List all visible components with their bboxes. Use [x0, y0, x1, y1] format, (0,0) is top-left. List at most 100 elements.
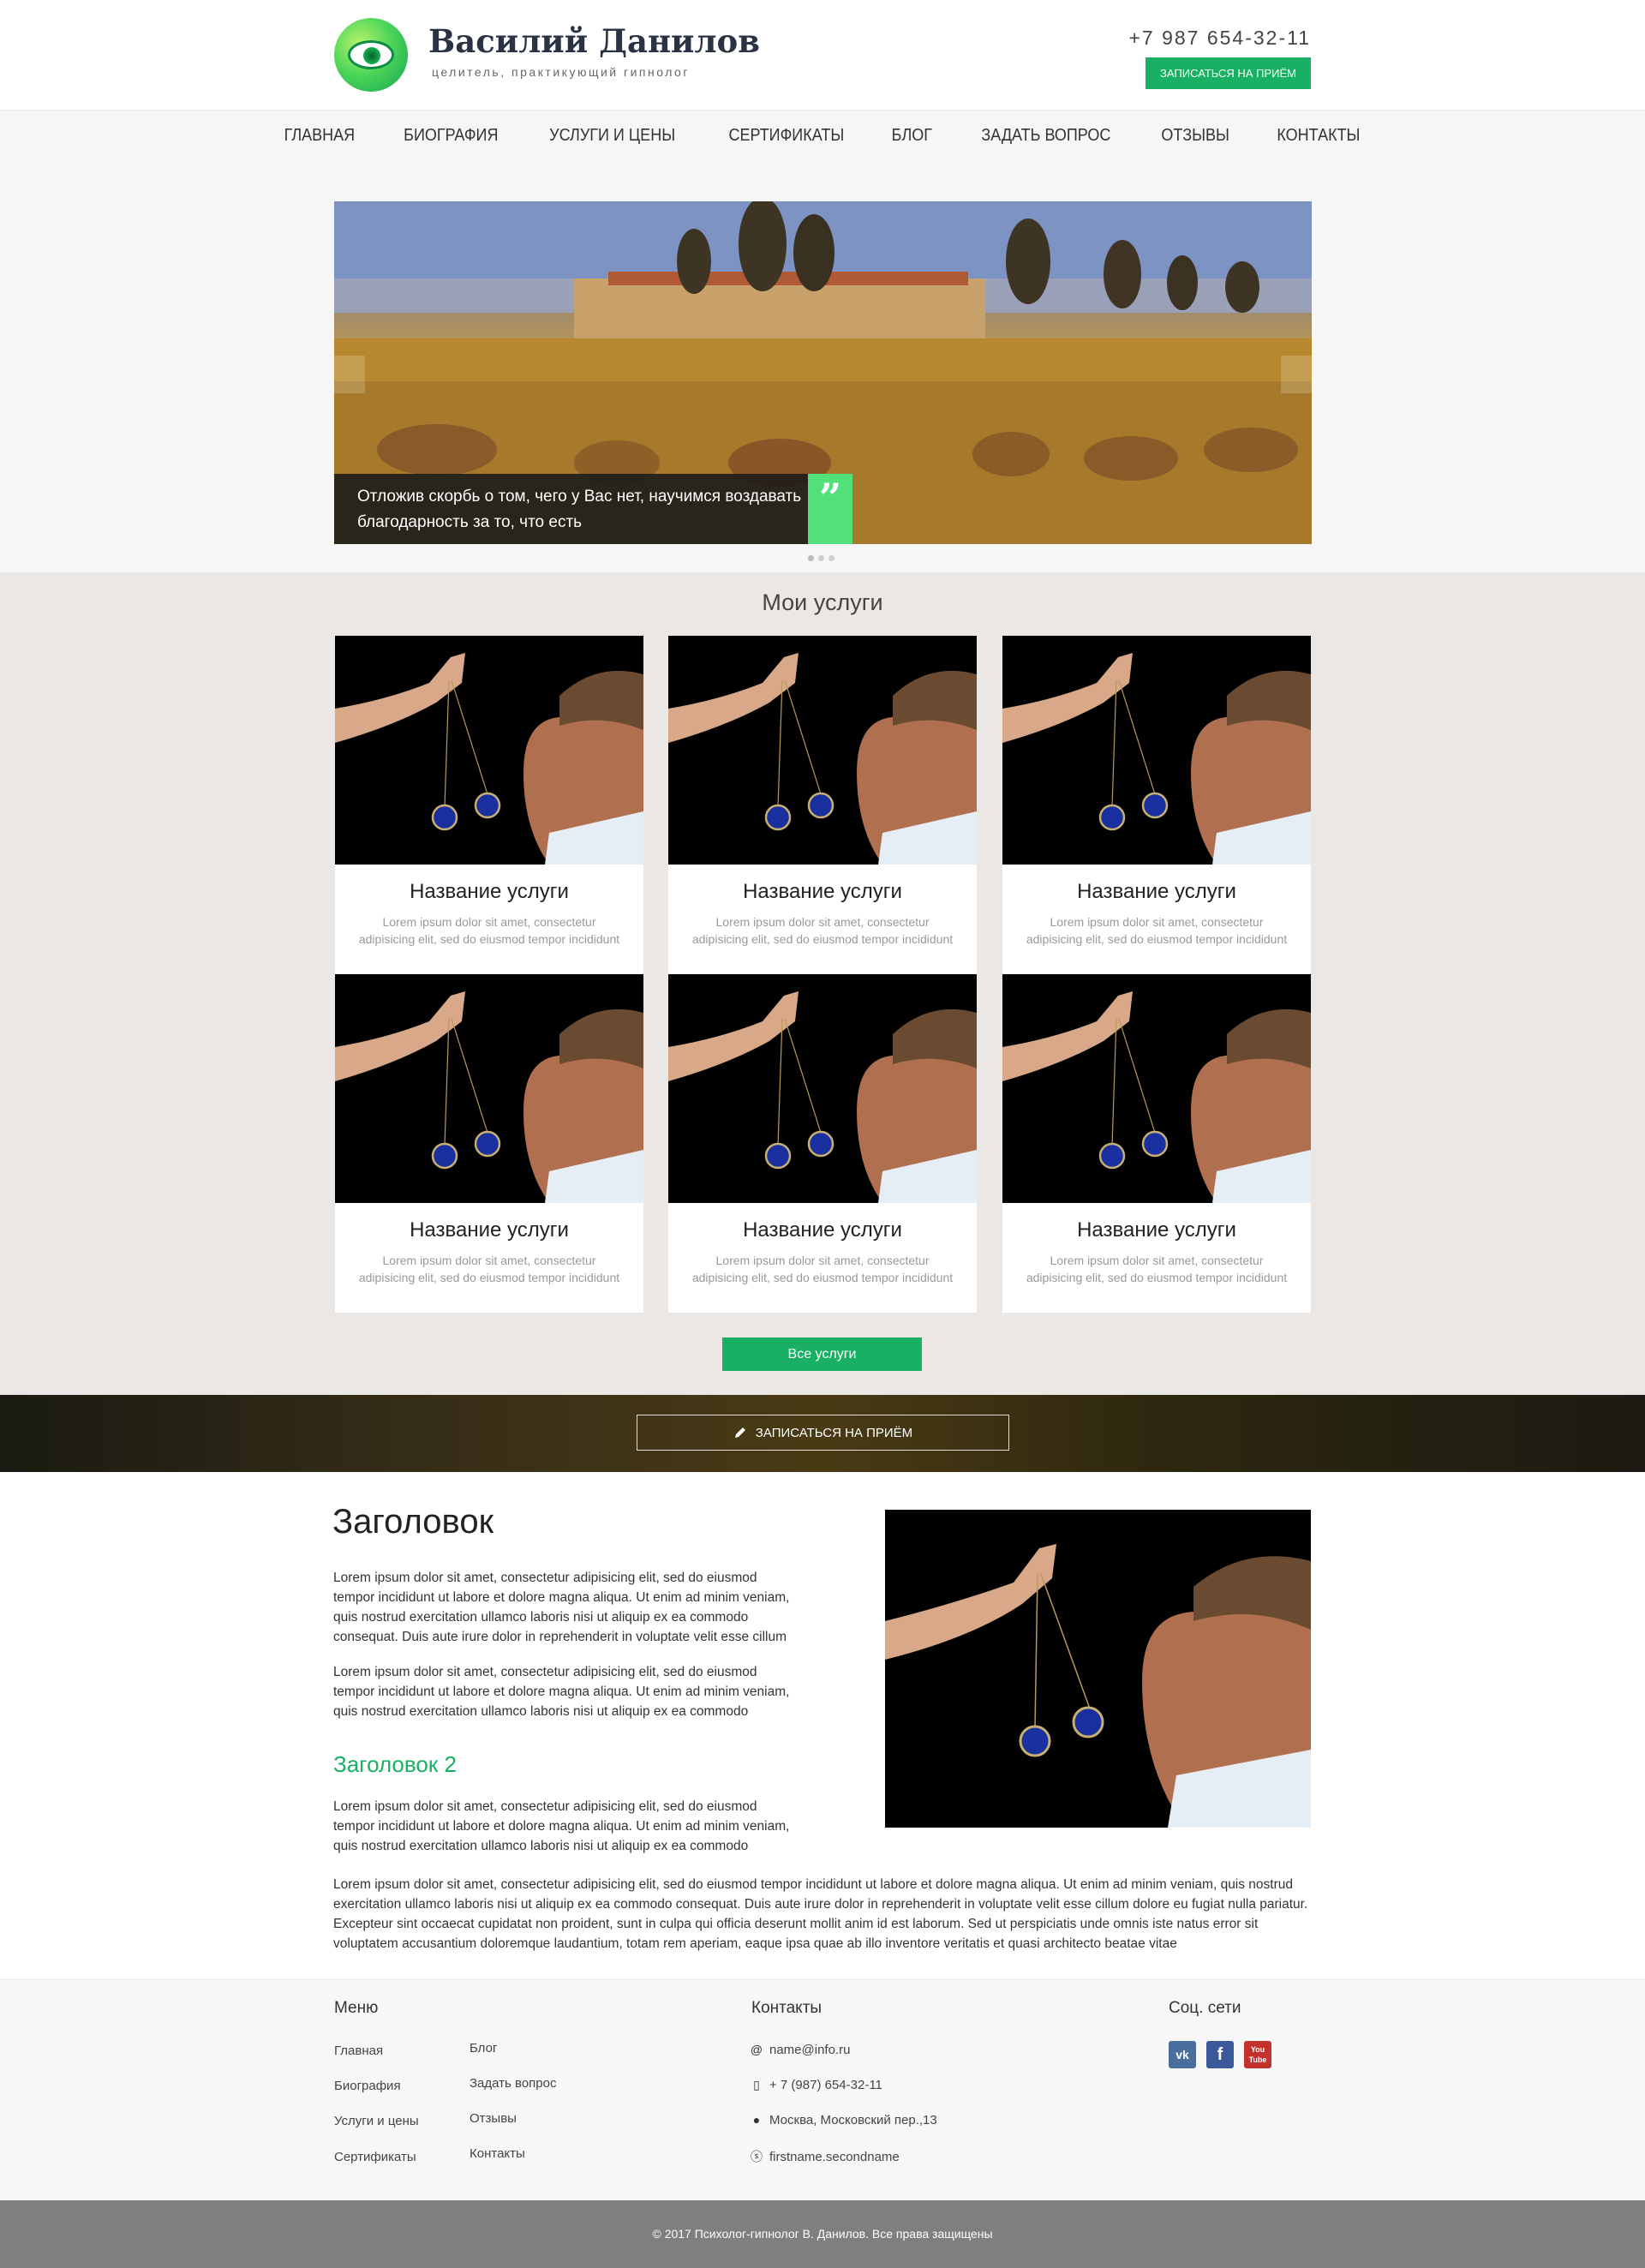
service-title[interactable]: Название услуги	[335, 880, 643, 904]
service-card[interactable]: Название услуги Lorem ipsum dolor sit ame…	[335, 636, 643, 974]
footer-social-title: Соц. сети	[1169, 1999, 1241, 2017]
hypnosis-photo	[1002, 636, 1311, 865]
footer-phone[interactable]: ▯ + 7 (987) 654-32-11	[749, 2078, 882, 2092]
service-title[interactable]: Название услуги	[335, 1218, 643, 1242]
site-name[interactable]: Василий Данилов	[428, 22, 760, 60]
service-title[interactable]: Название услуги	[1002, 1218, 1311, 1242]
service-card[interactable]: Название услуги Lorem ipsum dolor sit ame…	[1002, 974, 1311, 1313]
service-description: Lorem ipsum dolor sit amet, consectetur …	[1026, 915, 1288, 946]
article-paragraph-3: Lorem ipsum dolor sit amet, consectetur …	[333, 1799, 790, 1853]
footer-link-services[interactable]: Услуги и цены	[334, 2114, 419, 2128]
footer-contacts-title: Контакты	[751, 1999, 822, 2017]
youtube-icon[interactable]: You Tube	[1244, 2041, 1271, 2068]
service-image[interactable]	[1002, 974, 1311, 1203]
eye-shape	[348, 40, 394, 69]
nav-item-home[interactable]: ГЛАВНАЯ	[266, 126, 373, 146]
facebook-icon[interactable]: f	[1206, 2041, 1234, 2068]
header-phone[interactable]: +7 987 654-32-11	[1128, 27, 1311, 50]
service-title[interactable]: Название услуги	[668, 1218, 977, 1242]
service-image[interactable]	[668, 974, 977, 1203]
hypnosis-photo	[668, 974, 977, 1203]
book-appointment-button[interactable]: ЗАПИСАТЬСЯ НА ПРИЁМ	[1146, 57, 1311, 89]
copyright: © 2017 Психолог-гипнолог В. Данилов. Все…	[0, 2200, 1645, 2268]
service-card[interactable]: Название услуги Lorem ipsum dolor sit ame…	[335, 974, 643, 1313]
slider-dots	[808, 555, 834, 561]
hypnosis-photo	[335, 636, 643, 865]
footer-link-ask[interactable]: Задать вопрос	[470, 2076, 556, 2091]
banner-book-label: ЗАПИСАТЬСЯ НА ПРИЁМ	[755, 1425, 913, 1440]
map-marker-icon: ●	[752, 2113, 761, 2127]
quote-icon: ”	[808, 474, 852, 544]
site-footer: Меню Главная Биография Услуги и цены Сер…	[0, 1979, 1645, 2200]
eye-pupil	[363, 47, 380, 64]
service-card[interactable]: Название услуги Lorem ipsum dolor sit ame…	[668, 974, 977, 1313]
nav-item-contacts[interactable]: КОНТАКТЫ	[1259, 126, 1379, 146]
service-card[interactable]: Название услуги Lorem ipsum dolor sit ame…	[1002, 636, 1311, 974]
slider-dot[interactable]	[828, 555, 834, 561]
footer-link-home[interactable]: Главная	[334, 2044, 383, 2058]
service-title[interactable]: Название услуги	[668, 880, 977, 904]
service-description: Lorem ipsum dolor sit amet, consectetur …	[358, 915, 620, 946]
vk-icon[interactable]: vk	[1169, 2041, 1196, 2068]
service-card[interactable]: Название услуги Lorem ipsum dolor sit ame…	[668, 636, 977, 974]
nav-item-reviews[interactable]: ОТЗЫВЫ	[1144, 126, 1247, 146]
footer-link-contacts[interactable]: Контакты	[470, 2146, 525, 2161]
main-menu: ГЛАВНАЯ БИОГРАФИЯ УСЛУГИ И ЦЕНЫ СЕРТИФИК…	[0, 126, 1645, 146]
service-image[interactable]	[335, 636, 643, 865]
article-paragraph-4: Lorem ipsum dolor sit amet, consectetur …	[333, 1877, 1308, 1951]
slide-caption-text: Отложив скорбь о том, чего у Вас нет, на…	[357, 488, 802, 531]
article-image-hypnosis	[885, 1510, 1311, 1828]
service-image[interactable]	[668, 636, 977, 865]
service-description: Lorem ipsum dolor sit amet, consectetur …	[1026, 1254, 1288, 1284]
footer-skype-text: firstname.secondname	[769, 2150, 900, 2164]
logo-eye-icon[interactable]	[334, 18, 408, 92]
service-description: Lorem ipsum dolor sit amet, consectetur …	[358, 1254, 620, 1284]
slider-dot[interactable]	[818, 555, 824, 561]
services-title: Мои услуги	[762, 589, 883, 615]
footer-menu-title: Меню	[334, 1999, 379, 2017]
footer-link-reviews[interactable]: Отзывы	[470, 2111, 517, 2126]
hero-slider: Отложив скорбь о том, чего у Вас нет, на…	[334, 201, 1312, 544]
banner-book-button[interactable]: ЗАПИСАТЬСЯ НА ПРИЁМ	[637, 1415, 1009, 1451]
service-description: Lorem ipsum dolor sit amet, consectetur …	[691, 915, 954, 946]
article-paragraph-2: Lorem ipsum dolor sit amet, consectetur …	[333, 1665, 790, 1719]
booking-banner: ЗАПИСАТЬСЯ НА ПРИЁМ	[0, 1395, 1645, 1472]
phone-icon: ▯	[753, 2078, 760, 2091]
footer-link-certificates[interactable]: Сертификаты	[334, 2150, 416, 2164]
article-heading: Заголовок	[332, 1503, 494, 1541]
service-description: Lorem ipsum dolor sit amet, consectetur …	[691, 1254, 954, 1284]
all-services-button[interactable]: Все услуги	[722, 1337, 922, 1371]
hypnosis-photo	[885, 1510, 1311, 1828]
slider-prev-arrow[interactable]	[334, 356, 365, 393]
footer-address-text: Москва, Московский пер.,13	[769, 2113, 937, 2127]
slider-next-arrow[interactable]	[1281, 356, 1312, 393]
hypnosis-photo	[335, 974, 643, 1203]
slider-dot[interactable]	[808, 555, 814, 561]
footer-skype[interactable]: ⓢ firstname.secondname	[749, 2148, 900, 2165]
service-title[interactable]: Название услуги	[1002, 880, 1311, 904]
footer-email-text: name@info.ru	[769, 2043, 851, 2057]
nav-item-blog[interactable]: БЛОГ	[874, 126, 950, 146]
skype-icon: ⓢ	[751, 2150, 763, 2163]
footer-phone-text: + 7 (987) 654-32-11	[769, 2078, 882, 2092]
footer-link-blog[interactable]: Блог	[470, 2041, 497, 2056]
site-subtitle: целитель, практикующий гипнолог	[432, 65, 690, 79]
at-icon: @	[750, 2043, 763, 2056]
footer-email[interactable]: @ name@info.ru	[749, 2043, 851, 2057]
service-image[interactable]	[1002, 636, 1311, 865]
site-header: Василий Данилов целитель, практикующий г…	[0, 0, 1645, 110]
nav-item-services[interactable]: УСЛУГИ И ЦЕНЫ	[532, 126, 693, 146]
article-heading-2: Заголовок 2	[333, 1751, 457, 1777]
nav-item-biography[interactable]: БИОГРАФИЯ	[386, 126, 516, 146]
service-image[interactable]	[335, 974, 643, 1203]
article-paragraph-1: Lorem ipsum dolor sit amet, consectetur …	[333, 1571, 790, 1644]
footer-address: ● Москва, Московский пер.,13	[749, 2113, 937, 2127]
nav-item-ask[interactable]: ЗАДАТЬ ВОПРОС	[964, 126, 1128, 146]
nav-item-certificates[interactable]: СЕРТИФИКАТЫ	[710, 126, 861, 146]
hypnosis-photo	[1002, 974, 1311, 1203]
footer-link-biography[interactable]: Биография	[334, 2079, 401, 2093]
slide-caption: Отложив скорбь о том, чего у Вас нет, на…	[334, 474, 810, 544]
article-section: Заголовок Lorem ipsum dolor sit amet, co…	[0, 1472, 1645, 1979]
pencil-icon	[734, 1427, 745, 1438]
hypnosis-photo	[668, 636, 977, 865]
